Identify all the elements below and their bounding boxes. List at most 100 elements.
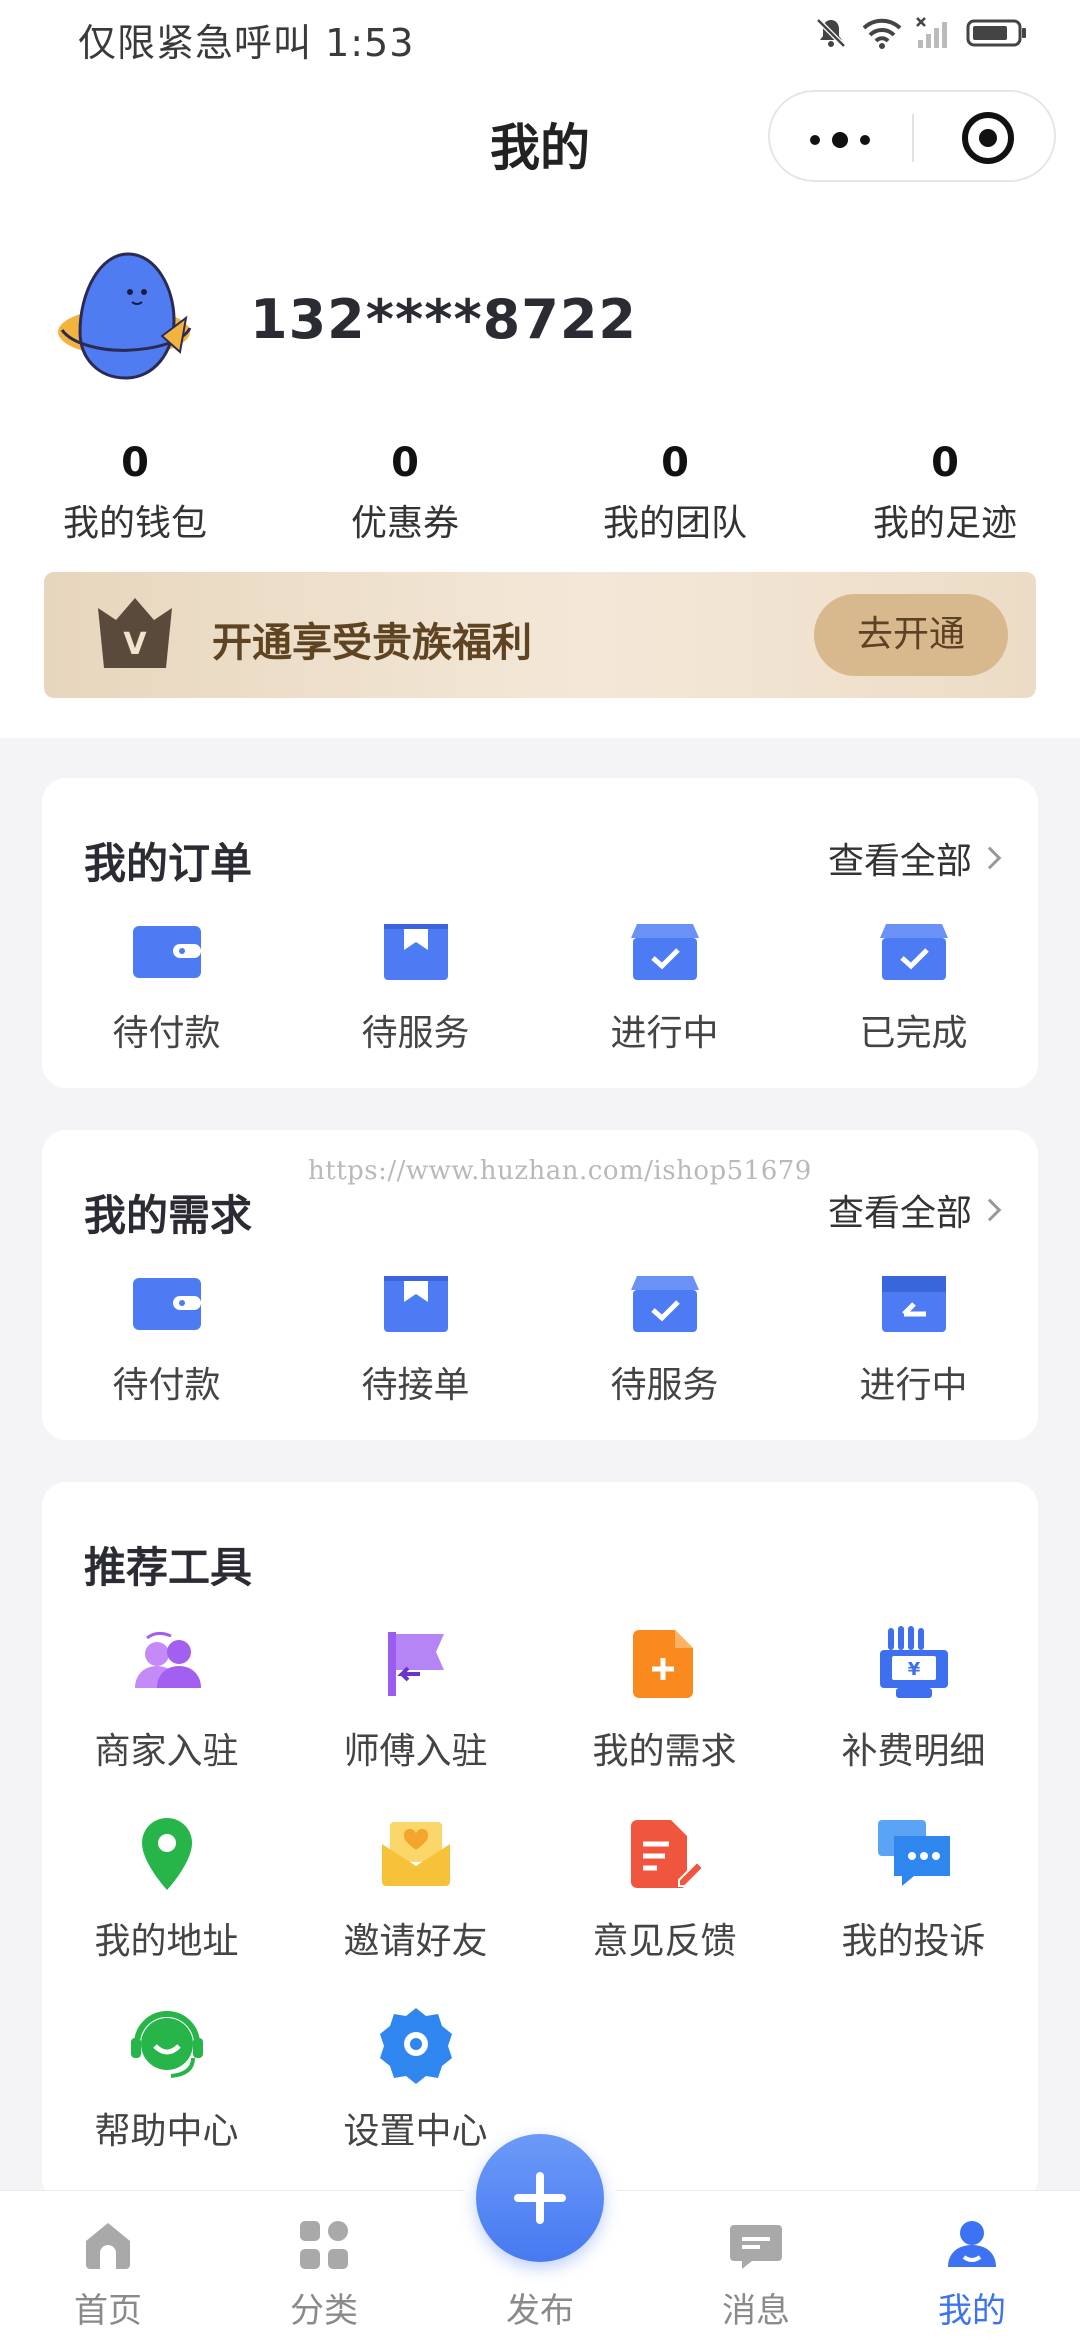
user-phone[interactable]: 132****8722 — [250, 288, 637, 351]
vip-open-button[interactable]: 去开通 — [814, 594, 1008, 676]
stat-team[interactable]: 0 我的团队 — [540, 440, 810, 550]
stat-label: 我的足迹 — [872, 503, 1017, 544]
watermark-text: https://www.huzhan.com/ishop51679 — [308, 1156, 812, 1186]
feedback-edit-icon — [630, 1820, 704, 1888]
wallet-icon — [132, 1278, 201, 1330]
tab-home[interactable]: 首页 — [0, 2191, 216, 2340]
invite-envelope-icon — [381, 1822, 450, 1886]
wifi-icon — [862, 18, 902, 49]
user-icon — [948, 2221, 996, 2267]
wallet-icon — [132, 926, 201, 978]
tool-help-center[interactable]: 帮助中心 — [42, 2004, 291, 2154]
bookmark-box-icon — [383, 924, 448, 980]
tab-label: 分类 — [290, 2291, 358, 2331]
stat-coupons[interactable]: 0 优惠券 — [270, 440, 540, 550]
demands-row: 待付款 待接单 待服务 进行中 — [42, 1264, 1038, 1408]
order-item-label: 已完成 — [859, 1013, 968, 1054]
settings-gear-icon — [379, 2008, 452, 2084]
demand-pending-accept[interactable]: 待接单 — [291, 1264, 540, 1408]
tool-fee-details[interactable]: ¥ 补费明细 — [789, 1624, 1038, 1774]
tool-label: 补费明细 — [841, 1731, 986, 1772]
stat-value: 0 — [121, 440, 149, 486]
location-pin-icon — [141, 1818, 192, 1890]
orders-card: 我的订单 查看全部 待付款 待服务 进行中 已完成 — [42, 778, 1038, 1088]
order-item-label: 待付款 — [112, 1013, 221, 1054]
tool-my-demands[interactable]: 我的需求 — [540, 1624, 789, 1774]
demand-pending-payment[interactable]: 待付款 — [42, 1264, 291, 1408]
tab-label: 我的 — [938, 2291, 1006, 2331]
grid-icon — [300, 2221, 348, 2269]
view-all-label: 查看全部 — [827, 841, 972, 882]
chat-bubbles-icon — [877, 1820, 950, 1886]
miniprogram-capsule — [768, 90, 1056, 182]
stats-row: 0 我的钱包 0 优惠券 0 我的团队 0 我的足迹 — [0, 440, 1080, 550]
tool-feedback[interactable]: 意见反馈 — [540, 1814, 789, 1964]
tools-row-2: 我的地址 邀请好友 意见反馈 我的投诉 — [42, 1814, 1038, 1964]
tab-mine[interactable]: 我的 — [864, 2191, 1080, 2340]
tool-label: 邀请好友 — [343, 1921, 488, 1962]
mute-bell-icon — [816, 18, 846, 48]
plus-icon — [514, 2172, 566, 2224]
stat-label: 我的团队 — [602, 503, 747, 544]
tool-label: 帮助中心 — [94, 2111, 239, 2152]
tab-label: 消息 — [722, 2291, 790, 2331]
status-text: 仅限紧急呼叫 1:53 — [78, 21, 415, 65]
tool-invite-friends[interactable]: 邀请好友 — [291, 1814, 540, 1964]
demand-item-label: 待付款 — [112, 1365, 221, 1406]
demand-in-progress[interactable]: 进行中 — [789, 1264, 1038, 1408]
order-item-label: 进行中 — [610, 1013, 719, 1054]
no-signal-icon — [916, 17, 947, 48]
stat-label: 我的钱包 — [62, 503, 207, 544]
check-box-icon — [630, 1276, 699, 1332]
demand-item-label: 待服务 — [610, 1365, 719, 1406]
bookmark-box-icon — [383, 1276, 448, 1332]
home-icon — [86, 2223, 130, 2269]
tool-master-join[interactable]: 师傅入驻 — [291, 1624, 540, 1774]
tool-merchant-join[interactable]: 商家入驻 — [42, 1624, 291, 1774]
svg-text:¥: ¥ — [907, 1659, 920, 1680]
tab-category[interactable]: 分类 — [216, 2191, 432, 2340]
order-pending-service[interactable]: 待服务 — [291, 912, 540, 1056]
tools-title: 推荐工具 — [84, 1543, 253, 1592]
tool-label: 我的投诉 — [841, 1921, 986, 1962]
tab-messages[interactable]: 消息 — [648, 2191, 864, 2340]
vip-banner[interactable]: V 开通享受贵族福利 去开通 — [44, 572, 1036, 698]
stat-footprint[interactable]: 0 我的足迹 — [810, 440, 1080, 550]
tab-label: 首页 — [74, 2291, 142, 2331]
more-menu-button[interactable] — [810, 132, 870, 148]
vip-banner-text: 开通享受贵族福利 — [212, 620, 532, 666]
fee-hand-icon: ¥ — [879, 1626, 948, 1698]
status-bar: 仅限紧急呼叫 1:53 — [0, 0, 1080, 72]
tool-label: 我的地址 — [94, 1921, 239, 1962]
document-add-icon — [632, 1630, 693, 1698]
avatar[interactable] — [52, 240, 202, 390]
headset-icon — [130, 2011, 203, 2078]
tool-label: 意见反馈 — [592, 1921, 737, 1962]
capsule-divider — [912, 114, 914, 162]
merchant-users-icon — [134, 1631, 201, 1688]
stat-value: 0 — [931, 440, 959, 486]
publish-fab-button[interactable] — [476, 2134, 604, 2262]
tool-label: 我的需求 — [592, 1731, 737, 1772]
tools-row-1: 商家入驻 师傅入驻 我的需求 ¥ 补费明细 — [42, 1624, 1038, 1774]
tool-my-address[interactable]: 我的地址 — [42, 1814, 291, 1964]
progress-box-icon — [881, 1276, 946, 1332]
crown-letter: V — [123, 627, 147, 662]
tool-my-complaints[interactable]: 我的投诉 — [789, 1814, 1038, 1964]
message-icon — [730, 2225, 782, 2269]
stat-wallet[interactable]: 0 我的钱包 — [0, 440, 270, 550]
order-in-progress[interactable]: 进行中 — [540, 912, 789, 1056]
demand-item-label: 待接单 — [361, 1365, 470, 1406]
demand-pending-service[interactable]: 待服务 — [540, 1264, 789, 1408]
vip-crown-icon: V — [98, 598, 172, 668]
tools-card: 推荐工具 商家入驻 师傅入驻 我的需求 ¥ 补费明细 我的地址 邀请好友 意见反… — [42, 1482, 1038, 2202]
demands-view-all[interactable]: 查看全部 — [828, 1184, 1002, 1236]
order-pending-payment[interactable]: 待付款 — [42, 912, 291, 1056]
header-area: 仅限紧急呼叫 1:53 我的 132****8722 0 我的钱包 0 优惠券 … — [0, 0, 1080, 738]
close-target-button[interactable] — [962, 112, 1014, 164]
title-bar: 我的 — [0, 90, 1080, 186]
orders-view-all[interactable]: 查看全部 — [827, 832, 1002, 884]
order-completed[interactable]: 已完成 — [789, 912, 1038, 1056]
tab-label: 发布 — [506, 2291, 574, 2331]
chevron-right-icon — [978, 1198, 1002, 1222]
